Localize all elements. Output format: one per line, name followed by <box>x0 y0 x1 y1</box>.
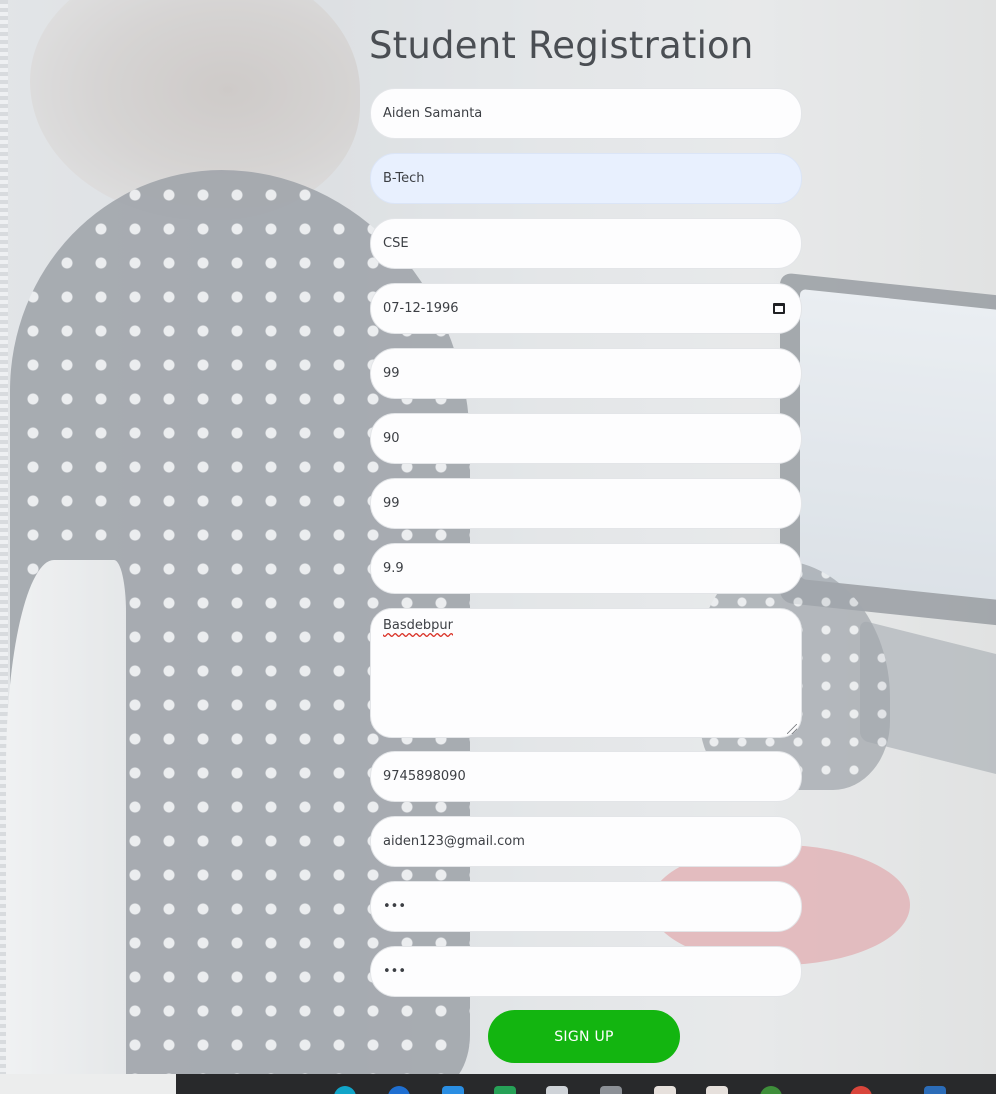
marks-input-2[interactable] <box>370 413 802 464</box>
settings-icon[interactable] <box>760 1086 782 1094</box>
folder-icon[interactable] <box>546 1086 568 1094</box>
calendar-icon[interactable] <box>773 303 785 314</box>
excel-icon[interactable] <box>494 1086 516 1094</box>
confirm-password-input[interactable] <box>370 946 802 997</box>
branch-input[interactable] <box>370 218 802 269</box>
cgpa-input[interactable] <box>370 543 802 594</box>
store-icon[interactable] <box>442 1086 464 1094</box>
chrome-icon[interactable] <box>850 1086 872 1094</box>
edge-icon[interactable] <box>334 1086 356 1094</box>
vscode-icon[interactable] <box>924 1086 946 1094</box>
mail-icon[interactable] <box>600 1086 622 1094</box>
address-value: Basdebpur <box>383 618 453 633</box>
dob-value: 07-12-1996 <box>383 301 459 316</box>
marks-input-3[interactable] <box>370 478 802 529</box>
pdf-icon[interactable] <box>654 1086 676 1094</box>
name-input[interactable] <box>370 88 802 139</box>
password-input[interactable] <box>370 881 802 932</box>
sign-up-button[interactable]: SIGN UP <box>488 1010 680 1063</box>
email-input[interactable] <box>370 816 802 867</box>
marks-input-1[interactable] <box>370 348 802 399</box>
pdf-icon-2[interactable] <box>706 1086 728 1094</box>
phone-input[interactable] <box>370 751 802 802</box>
browser-icon[interactable] <box>388 1086 410 1094</box>
address-textarea[interactable]: Basdebpur <box>370 608 802 738</box>
taskbar-left-area <box>0 1074 176 1094</box>
textarea-resize-handle[interactable] <box>787 724 797 734</box>
taskbar <box>176 1074 996 1094</box>
dob-date-input[interactable]: 07-12-1996 <box>370 283 802 334</box>
page-title: Student Registration <box>369 24 754 67</box>
course-input[interactable] <box>370 153 802 204</box>
